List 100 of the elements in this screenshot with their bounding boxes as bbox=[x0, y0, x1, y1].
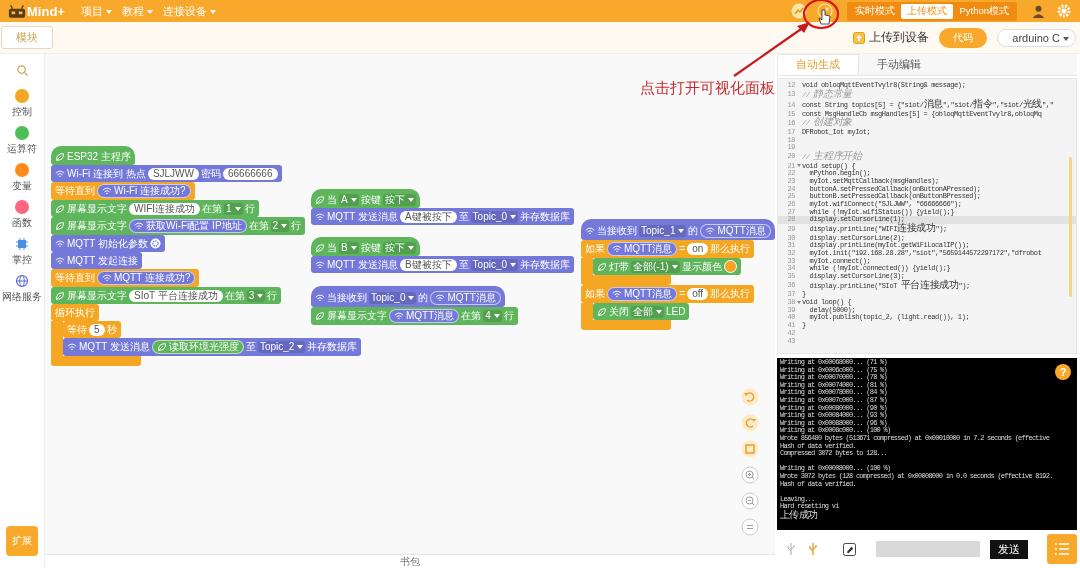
category-label[interactable]: 变量 bbox=[12, 179, 32, 193]
chip-icon[interactable] bbox=[15, 237, 29, 251]
code-block[interactable]: 循环执行 bbox=[51, 304, 99, 321]
menu-item[interactable]: 项目 bbox=[80, 3, 112, 19]
globe-icon[interactable] bbox=[15, 274, 29, 288]
code-block[interactable]: 灯带 全部(-1) 显示颜色 bbox=[593, 258, 741, 275]
code-block[interactable]: MQTT 发起连接 bbox=[51, 252, 142, 269]
block-input[interactable]: 66666666 bbox=[223, 167, 278, 180]
code-block[interactable]: 屏幕显示文字 WIFI连接成功 在第 1 行 bbox=[51, 200, 259, 217]
code-block[interactable]: MQTT 发送消息 读取环境光强度 至 Topic_2 并存数据库 bbox=[63, 338, 362, 356]
block-input[interactable]: on bbox=[687, 243, 709, 255]
reporter-block[interactable]: MQTT消息 bbox=[700, 224, 771, 238]
block-dropdown[interactable]: B bbox=[339, 242, 359, 254]
clear-icon[interactable] bbox=[843, 542, 856, 556]
category-dot[interactable] bbox=[15, 126, 29, 140]
reporter-block[interactable]: MQTT 连接成功? bbox=[97, 271, 196, 285]
backpack-bar[interactable]: 书包 bbox=[45, 554, 775, 568]
redo-icon[interactable] bbox=[741, 414, 759, 432]
code-block[interactable]: 屏幕显示文字 SIoT 平台连接成功 在第 3 行 bbox=[51, 287, 282, 304]
scrollbar[interactable] bbox=[1069, 157, 1072, 297]
block-input[interactable]: 5 bbox=[89, 323, 105, 336]
menu-item[interactable]: 连接设备 bbox=[162, 3, 216, 19]
code-block[interactable]: 屏幕显示文字 获取Wi-Fi配置 IP地址 在第 2 行 bbox=[51, 217, 306, 235]
code-block[interactable]: 当接收到 Topic_1 的 MQTT消息 bbox=[581, 219, 775, 240]
code-block[interactable]: 等待直到 Wi-Fi 连接成功? bbox=[51, 182, 195, 200]
category-label[interactable]: 掌控 bbox=[12, 253, 32, 267]
code-block[interactable]: 当 B 按键 按下 bbox=[311, 237, 420, 256]
editor-tab[interactable]: 自动生成 bbox=[777, 54, 859, 75]
reporter-block[interactable]: MQTT消息 bbox=[389, 309, 460, 323]
category-label[interactable]: 函数 bbox=[12, 216, 32, 230]
block-dropdown[interactable]: 全部(-1) bbox=[631, 260, 680, 273]
reporter-block[interactable]: MQTT消息 bbox=[607, 287, 678, 301]
search-icon[interactable] bbox=[15, 64, 29, 77]
code-block[interactable]: 关闭 全部 LED bbox=[593, 303, 690, 320]
block-dropdown[interactable]: Topic_0 bbox=[369, 292, 417, 304]
code-editor[interactable] bbox=[777, 78, 1077, 354]
block-input[interactable]: A键被按下 bbox=[399, 210, 457, 223]
block-input[interactable]: B键被按下 bbox=[399, 258, 457, 271]
block-dropdown[interactable]: A bbox=[339, 194, 359, 206]
usb-icon[interactable] bbox=[807, 542, 819, 556]
help-button[interactable]: ? bbox=[1055, 364, 1071, 380]
code-block[interactable]: 等待 5 秒 bbox=[63, 321, 121, 338]
reporter-block[interactable]: MQTT消息 bbox=[430, 291, 501, 305]
block-dropdown[interactable]: 按下 bbox=[382, 242, 416, 254]
block-dropdown[interactable]: Topic_0 bbox=[470, 210, 519, 223]
mode-tab[interactable]: Python模式 bbox=[953, 3, 1015, 19]
serial-input-field[interactable] bbox=[876, 541, 980, 557]
category-dot[interactable] bbox=[15, 89, 29, 103]
reporter-block[interactable]: 获取Wi-Fi配置 IP地址 bbox=[129, 219, 247, 233]
category-dot[interactable] bbox=[15, 163, 29, 177]
share-icon[interactable] bbox=[817, 3, 834, 19]
avatar-icon[interactable] bbox=[1031, 3, 1046, 19]
backpack-label[interactable]: 书包 bbox=[400, 554, 420, 568]
code-assistant-button[interactable]: 代码 bbox=[939, 27, 988, 48]
code-block[interactable]: 如果 MQTT消息 = on 那么执行 bbox=[581, 240, 755, 258]
category-label[interactable]: 网络服务 bbox=[2, 290, 42, 304]
code-block[interactable]: MQTT 发送消息 A键被按下 至 Topic_0 并存数据库 bbox=[311, 208, 575, 225]
reporter-block[interactable]: Wi-Fi 连接成功? bbox=[97, 184, 191, 198]
send-button[interactable]: 发送 bbox=[990, 539, 1028, 559]
block-input[interactable]: WIFI连接成功 bbox=[129, 202, 201, 215]
block-dropdown[interactable]: 按下 bbox=[382, 194, 416, 206]
block-dropdown[interactable]: 3 bbox=[246, 289, 266, 302]
block-dropdown[interactable]: Topic_1 bbox=[639, 225, 687, 237]
code-block[interactable]: MQTT 发送消息 B键被按下 至 Topic_0 并存数据库 bbox=[311, 256, 575, 273]
category-label[interactable]: 运算符 bbox=[7, 142, 37, 156]
block-dropdown[interactable]: 全部 bbox=[631, 305, 664, 318]
undo-icon[interactable] bbox=[741, 388, 759, 406]
block-input[interactable]: off bbox=[687, 288, 709, 300]
block-input[interactable]: SIoT 平台连接成功 bbox=[129, 289, 223, 302]
code-block[interactable]: 如果 MQTT消息 = off 那么执行 bbox=[581, 285, 755, 303]
usb-icon[interactable] bbox=[785, 542, 797, 556]
code-block[interactable]: MQTT 初始化参数 bbox=[51, 235, 165, 252]
zoom-out-icon[interactable] bbox=[741, 492, 759, 510]
reporter-block[interactable]: MQTT消息 bbox=[607, 242, 678, 256]
extension-button[interactable]: 扩展 bbox=[6, 526, 38, 556]
color-swatch[interactable] bbox=[723, 260, 737, 273]
menu-item[interactable]: 教程 bbox=[121, 3, 153, 19]
reset-zoom-icon[interactable] bbox=[741, 518, 759, 536]
code-block[interactable]: Wi-Fi 连接到 热点 SJLJWW 密码 66666666 bbox=[51, 165, 282, 182]
code-block[interactable]: 屏幕显示文字 MQTT消息 在第 4 行 bbox=[311, 307, 518, 325]
visual-panel-icon[interactable] bbox=[791, 3, 808, 19]
category-label[interactable]: 控制 bbox=[12, 105, 32, 119]
editor-tab[interactable]: 手动编辑 bbox=[859, 54, 939, 75]
upload-button[interactable]: 上传到设备 bbox=[853, 29, 930, 46]
block-dropdown[interactable]: Topic_2 bbox=[257, 341, 306, 353]
code-block[interactable]: 等待直到 MQTT 连接成功? bbox=[51, 269, 200, 287]
settings-icon[interactable] bbox=[1056, 3, 1072, 19]
zoom-in-icon[interactable] bbox=[741, 466, 759, 484]
mode-tab[interactable]: 实时模式 bbox=[849, 3, 902, 19]
board-dropdown[interactable]: arduino C bbox=[997, 28, 1076, 47]
block-dropdown[interactable]: 1 bbox=[224, 202, 243, 215]
module-button[interactable]: 模块 bbox=[1, 26, 53, 49]
block-dropdown[interactable]: 4 bbox=[483, 310, 502, 322]
block-input[interactable]: SJLJWW bbox=[147, 167, 199, 180]
block-dropdown[interactable]: 2 bbox=[270, 220, 290, 232]
crop-icon[interactable] bbox=[741, 440, 759, 458]
gear-icon[interactable] bbox=[149, 238, 161, 249]
code-block[interactable]: ESP32 主程序 bbox=[51, 146, 135, 165]
mode-tab[interactable]: 上传模式 bbox=[901, 3, 954, 19]
code-block[interactable]: 当 A 按键 按下 bbox=[311, 189, 420, 208]
